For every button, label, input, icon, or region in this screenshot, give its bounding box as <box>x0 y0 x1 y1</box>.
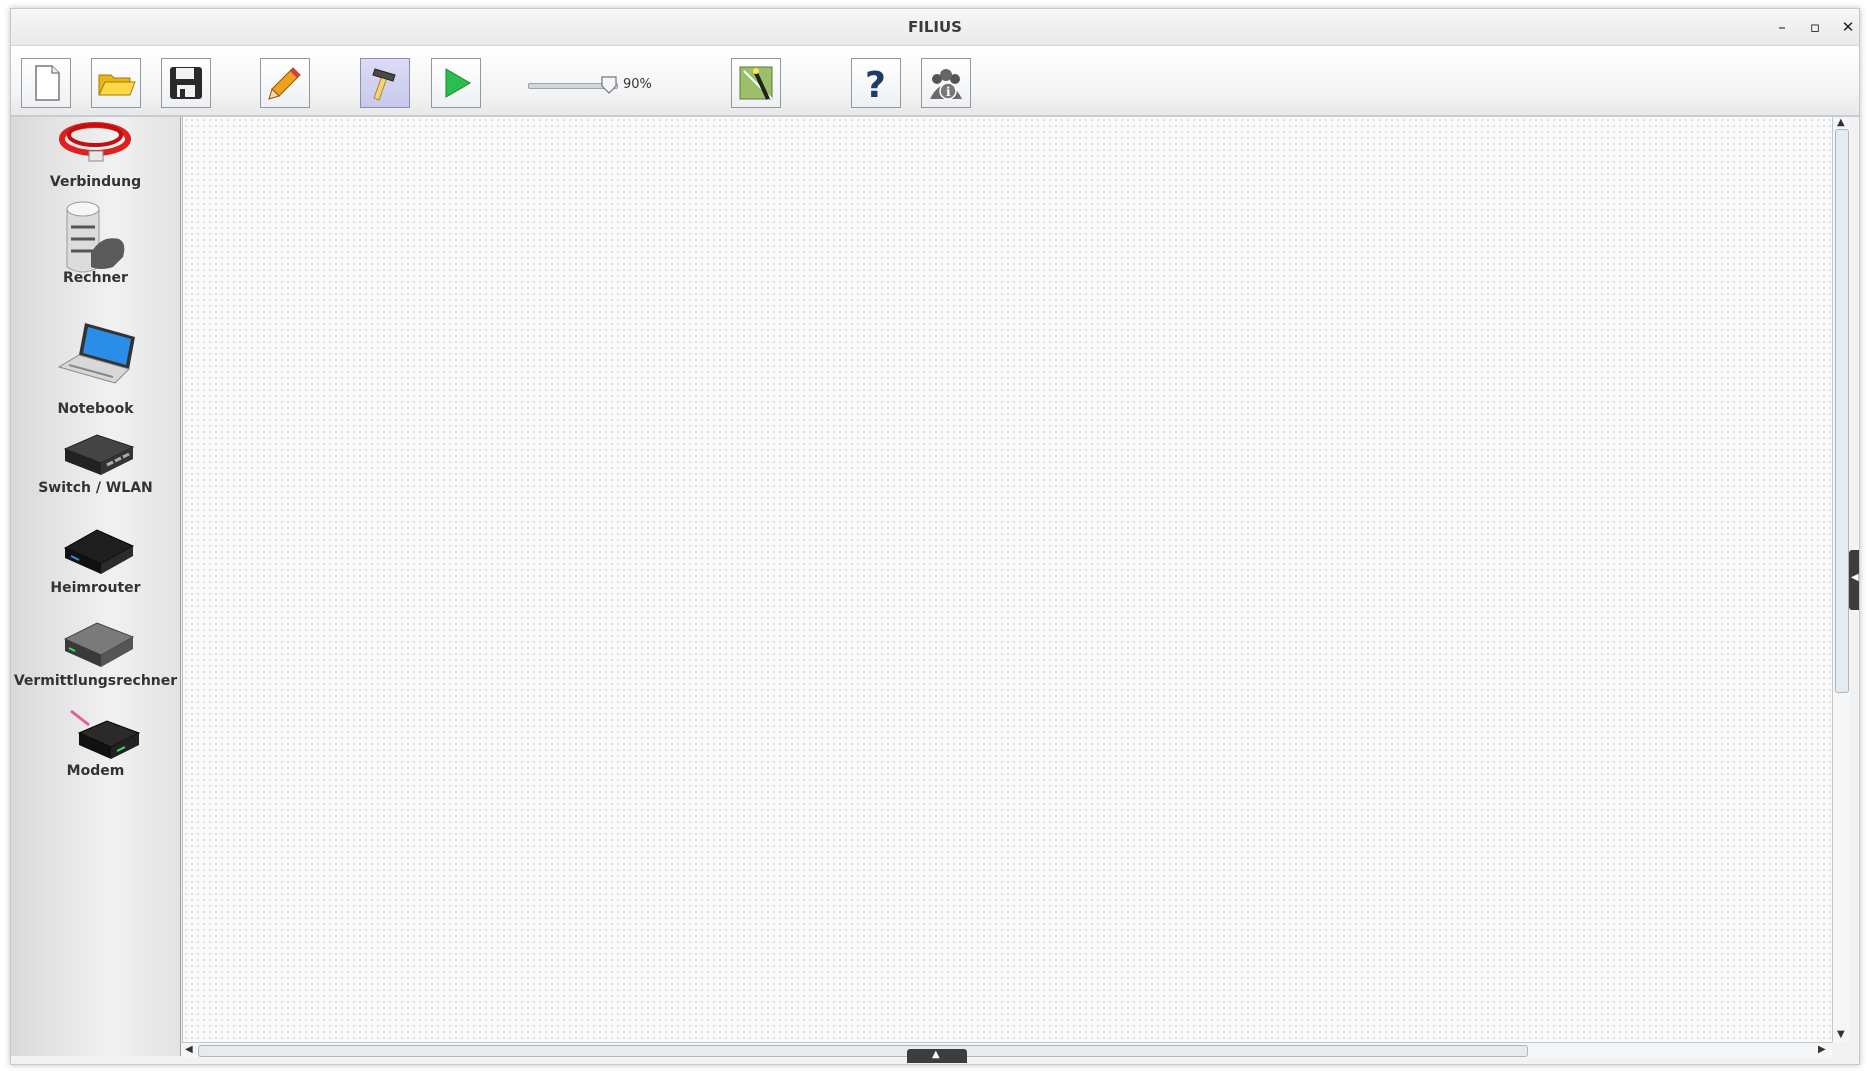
maximize-button[interactable]: ▫ <box>1803 15 1827 39</box>
open-folder-icon <box>98 74 136 96</box>
component-palette: Verbindung Rechner Notebook Switch / WLA… <box>11 117 181 1056</box>
laptop-icon <box>57 323 135 384</box>
zoom-value: 90% <box>623 77 652 92</box>
help-icon: ? <box>865 65 886 103</box>
bottom-panel-toggle[interactable]: ▲ <box>907 1049 967 1063</box>
cable-icon <box>59 122 131 162</box>
scroll-down-arrow[interactable]: ▼ <box>1837 1029 1845 1041</box>
play-icon <box>445 68 471 98</box>
vertical-scrollbar[interactable]: ▲ ▼ <box>1832 117 1850 1042</box>
hammer-icon <box>372 68 396 101</box>
wizard-icon <box>739 66 773 100</box>
palette-item-modem[interactable]: Modem <box>11 709 180 789</box>
palette-item-heimrouter[interactable]: Heimrouter <box>11 522 180 602</box>
new-button[interactable] <box>21 58 71 108</box>
scroll-up-arrow[interactable]: ▲ <box>1837 117 1845 129</box>
modem-icon <box>70 709 141 759</box>
palette-item-rechner[interactable]: Rechner <box>11 195 180 295</box>
horizontal-scrollbar[interactable]: ◀ ▶ <box>182 1042 1832 1058</box>
toolbar: 90% ? i <box>11 46 1859 117</box>
edit-mode-button[interactable] <box>260 58 310 108</box>
info-icon: i <box>930 69 962 100</box>
zoom-slider-thumb[interactable] <box>600 75 618 95</box>
save-icon <box>170 67 202 99</box>
minimize-button[interactable]: – <box>1770 15 1794 39</box>
home-router-icon <box>63 529 135 574</box>
svg-text:?: ? <box>865 65 886 103</box>
palette-label-rechner: Rechner <box>63 270 128 286</box>
scroll-left-arrow[interactable]: ◀ <box>185 1044 193 1056</box>
build-mode-button[interactable] <box>360 58 410 108</box>
scroll-right-arrow[interactable]: ▶ <box>1818 1044 1826 1056</box>
close-button[interactable]: ✕ <box>1836 15 1859 39</box>
pencil-icon <box>268 67 301 100</box>
new-icon <box>35 65 60 101</box>
save-button[interactable] <box>161 58 211 108</box>
simulation-mode-button[interactable] <box>431 58 481 108</box>
palette-item-switch-wlan[interactable]: Switch / WLAN <box>11 427 180 507</box>
network-canvas[interactable] <box>182 117 1833 1042</box>
palette-label-switch-wlan: Switch / WLAN <box>38 480 153 496</box>
window-title: FILIUS <box>908 18 962 36</box>
palette-label-heimrouter: Heimrouter <box>50 580 141 596</box>
chevron-left-icon: ◀ <box>1851 572 1859 583</box>
router-icon <box>63 622 135 667</box>
info-button[interactable]: i <box>921 58 971 108</box>
horizontal-scroll-thumb[interactable] <box>198 1045 1528 1057</box>
app-window: FILIUS – ▫ ✕ 90% ? i Verbindung Rechner … <box>10 8 1860 1065</box>
palette-item-vermittlungsrechner[interactable]: Vermittlungsrechner <box>11 615 180 695</box>
open-button[interactable] <box>91 58 141 108</box>
palette-item-verbindung[interactable]: Verbindung <box>11 117 180 190</box>
svg-text:i: i <box>946 85 951 99</box>
palette-item-notebook[interactable]: Notebook <box>11 317 180 417</box>
switch-icon <box>63 434 135 475</box>
palette-label-modem: Modem <box>66 763 125 779</box>
palette-label-notebook: Notebook <box>57 401 134 417</box>
vertical-scroll-thumb[interactable] <box>1835 129 1849 693</box>
side-panel-toggle[interactable]: ◀ <box>1849 550 1859 610</box>
help-button[interactable]: ? <box>851 58 901 108</box>
chevron-up-icon: ▲ <box>932 1049 940 1060</box>
palette-label-vermittlungsrechner: Vermittlungsrechner <box>13 673 178 689</box>
palette-label-verbindung: Verbindung <box>49 174 142 190</box>
wizard-button[interactable] <box>731 58 781 108</box>
title-bar: FILIUS – ▫ ✕ <box>11 9 1859 46</box>
